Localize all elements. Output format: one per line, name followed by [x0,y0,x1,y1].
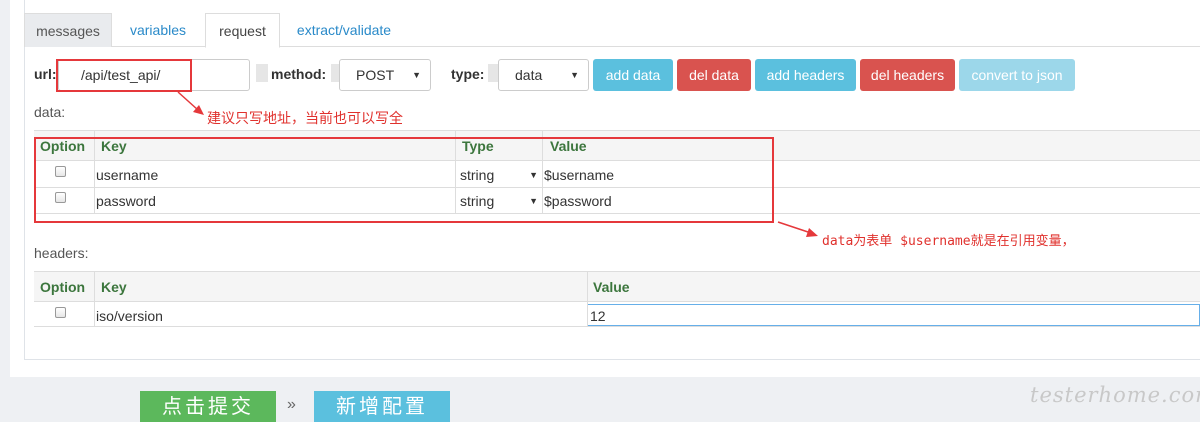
col-key: Key [101,279,127,295]
col-value: Value [593,279,630,295]
data-highlight-box [34,137,774,223]
url-arrow-line [177,91,199,111]
col-option: Option [40,279,86,295]
row-checkbox[interactable] [55,307,66,318]
data-arrow-head [806,228,818,237]
data-arrow-line [777,221,809,233]
table-row: iso/version 12 [34,303,1200,327]
column-divider [94,272,95,327]
headers-table: Option Key Value iso/version 12 [34,271,1200,327]
data-label: data: [34,104,66,120]
row-value-input[interactable]: 12 [587,304,1200,326]
url-annotation: 建议只写地址，当前也可以写全 [207,110,403,126]
submit-button[interactable]: 点击提交 [140,391,276,422]
data-annotation: data为表单 $username就是在引用变量， [822,234,1075,249]
headers-table-header: Option Key Value [34,272,1200,302]
add-config-button[interactable]: 新增配置 [314,391,450,422]
column-divider [587,272,588,327]
headers-label: headers: [34,245,89,261]
row-key[interactable]: iso/version [96,303,163,327]
watermark: testerhome.com [1030,383,1200,407]
separator: » [287,396,296,413]
